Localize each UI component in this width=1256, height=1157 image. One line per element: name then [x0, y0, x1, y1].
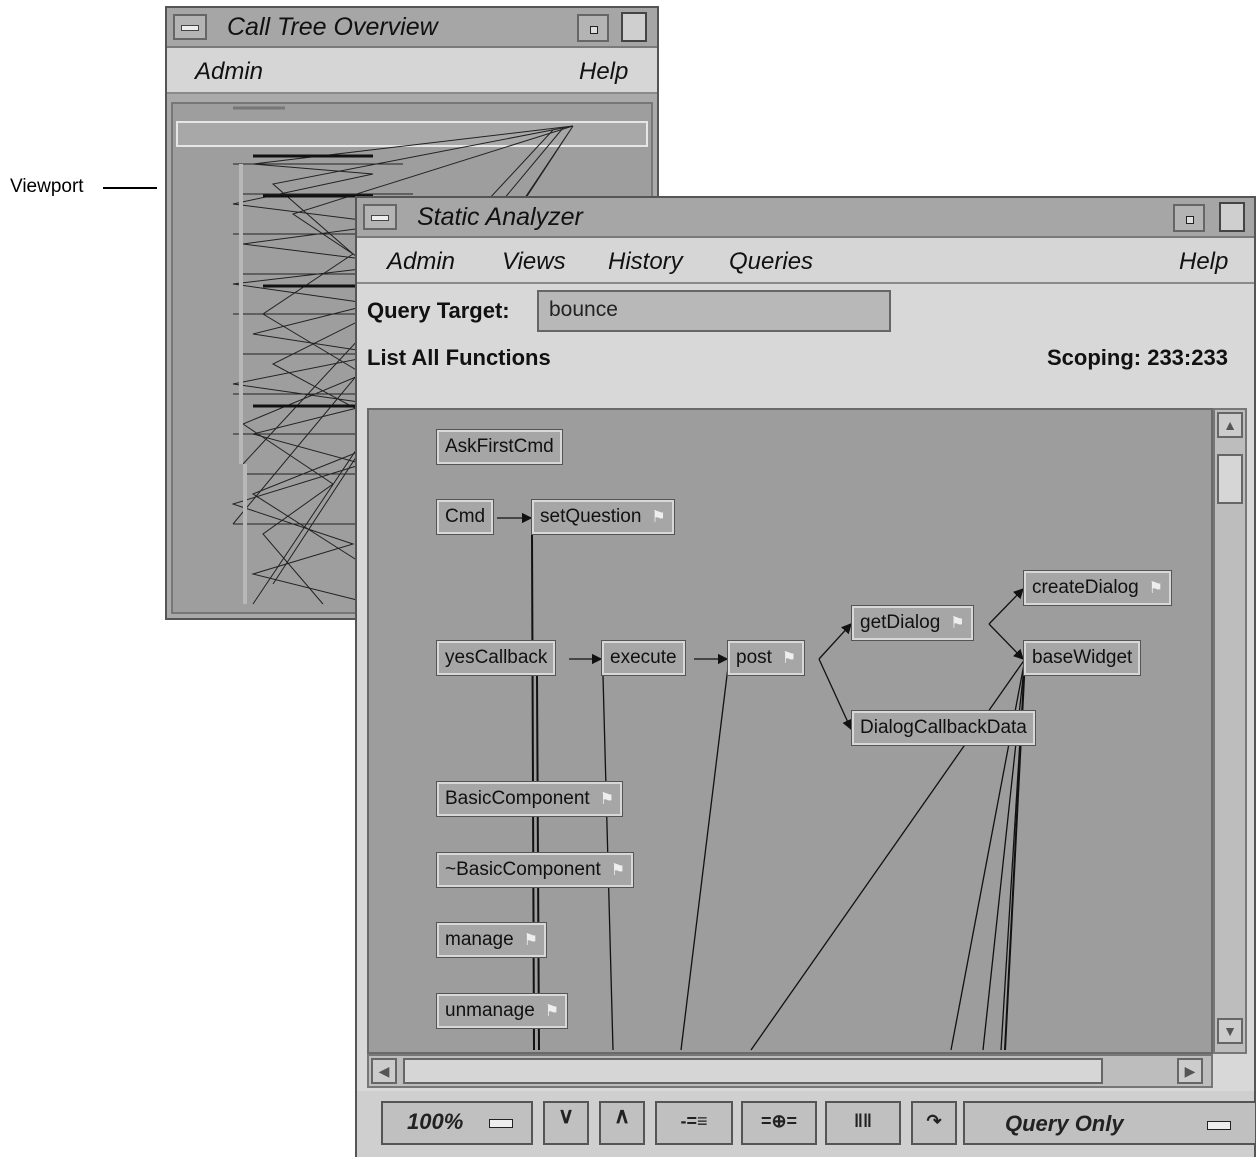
menu-queries[interactable]: Queries — [729, 248, 813, 276]
viewport-annotation: Viewport — [10, 176, 84, 197]
vertical-scroll-thumb[interactable] — [1217, 454, 1243, 504]
node-cmd[interactable]: Cmd — [435, 499, 495, 535]
node-post[interactable]: post ⚑ — [726, 640, 806, 676]
expand-flag-icon[interactable]: ⚑ — [600, 789, 614, 809]
node-basiccomponent[interactable]: BasicComponent ⚑ — [435, 781, 624, 817]
bars-layout-icon: ‖‖ — [854, 1111, 872, 1131]
zoom-menu-button[interactable]: 100% — [381, 1101, 533, 1145]
horizontal-scrollbar[interactable]: ◀ ▶ — [367, 1054, 1213, 1088]
expand-flag-icon[interactable]: ⚑ — [950, 613, 964, 633]
static-analyzer-window: Static Analyzer Admin Views History Quer… — [355, 196, 1256, 1157]
node-dialogcallbackdata[interactable]: DialogCallbackData — [851, 710, 1036, 746]
chevron-up-icon: ∧ — [613, 1103, 631, 1128]
node-execute[interactable]: execute — [601, 640, 686, 676]
window-menu-button[interactable] — [173, 14, 207, 40]
node-destructor[interactable]: ~BasicComponent ⚑ — [435, 852, 635, 888]
query-target-input[interactable]: bounce — [537, 290, 891, 332]
vertical-scrollbar[interactable]: ▲ ▼ — [1213, 408, 1247, 1054]
query-description: List All Functions — [367, 345, 551, 370]
chevron-down-icon: ∨ — [557, 1103, 575, 1128]
menu-bar: Admin Views History Queries Help — [357, 238, 1254, 284]
layout-cluster-button[interactable]: =⊕= — [741, 1101, 817, 1145]
node-createdialog[interactable]: createDialog ⚑ — [1022, 570, 1173, 606]
minimize-button[interactable] — [1173, 204, 1205, 232]
node-askfirstcmd[interactable]: AskFirstCmd — [436, 429, 563, 465]
scroll-down-button[interactable]: ∨ — [543, 1101, 589, 1145]
title-bar: Static Analyzer — [357, 198, 1254, 238]
scoping-readout: Scoping: 233:233 — [1047, 345, 1228, 370]
expand-flag-icon[interactable]: ⚑ — [651, 507, 665, 527]
annotation-leader-line — [103, 187, 157, 189]
cluster-layout-icon: =⊕= — [760, 1111, 798, 1131]
expand-flag-icon[interactable]: ⚑ — [1149, 578, 1163, 598]
node-getdialog[interactable]: getDialog ⚑ — [851, 605, 974, 641]
minimize-button[interactable] — [577, 14, 609, 42]
maximize-button[interactable] — [1219, 202, 1245, 232]
maximize-button[interactable] — [621, 12, 647, 42]
node-unmanage[interactable]: unmanage ⚑ — [435, 993, 569, 1029]
menu-bar: Admin Help — [167, 48, 657, 94]
menu-history[interactable]: History — [608, 248, 683, 276]
title-bar: Call Tree Overview — [167, 8, 657, 48]
scroll-right-arrow-icon[interactable]: ▶ — [1177, 1058, 1203, 1084]
hierarchy-layout-icon: -=≡ — [680, 1111, 708, 1131]
rotate-layout-button[interactable]: ↷ — [911, 1101, 957, 1145]
node-manage[interactable]: manage ⚑ — [435, 922, 548, 958]
query-mode-menu[interactable]: Query Only — [963, 1101, 1256, 1145]
menu-admin[interactable]: Admin — [195, 58, 263, 86]
expand-flag-icon[interactable]: ⚑ — [545, 1001, 559, 1021]
scroll-left-arrow-icon[interactable]: ◀ — [371, 1058, 397, 1084]
node-setquestion[interactable]: setQuestion ⚑ — [531, 499, 675, 535]
expand-flag-icon[interactable]: ⚑ — [782, 648, 796, 668]
option-menu-indicator-icon — [1207, 1121, 1231, 1130]
expand-flag-icon[interactable]: ⚑ — [611, 860, 625, 880]
scroll-down-arrow-icon[interactable]: ▼ — [1217, 1018, 1243, 1044]
option-menu-indicator-icon — [489, 1119, 513, 1128]
rotate-icon: ↷ — [926, 1111, 942, 1131]
menu-help[interactable]: Help — [1179, 248, 1228, 276]
expand-flag-icon[interactable]: ⚑ — [524, 930, 538, 950]
window-menu-button[interactable] — [363, 204, 397, 230]
window-title: Static Analyzer — [417, 203, 583, 231]
call-graph-canvas[interactable]: AskFirstCmd Cmd setQuestion ⚑ yesCallback… — [367, 408, 1213, 1054]
window-title: Call Tree Overview — [227, 13, 438, 41]
bottom-toolbar: 100% ∨ ∧ -=≡ =⊕= ‖‖ ↷ Query Only — [357, 1091, 1256, 1157]
viewport-rectangle — [176, 121, 648, 147]
layout-bars-button[interactable]: ‖‖ — [825, 1101, 901, 1145]
horizontal-scroll-thumb[interactable] — [403, 1058, 1103, 1084]
node-basewidget[interactable]: baseWidget — [1022, 640, 1142, 676]
scroll-up-arrow-icon[interactable]: ▲ — [1217, 412, 1243, 438]
query-target-label: Query Target: — [367, 298, 510, 323]
menu-help[interactable]: Help — [579, 58, 628, 86]
menu-views[interactable]: Views — [502, 248, 566, 276]
node-yescallback[interactable]: yesCallback — [435, 640, 557, 676]
scroll-up-button[interactable]: ∧ — [599, 1101, 645, 1145]
menu-admin[interactable]: Admin — [387, 248, 455, 276]
layout-hierarchy-button[interactable]: -=≡ — [655, 1101, 733, 1145]
